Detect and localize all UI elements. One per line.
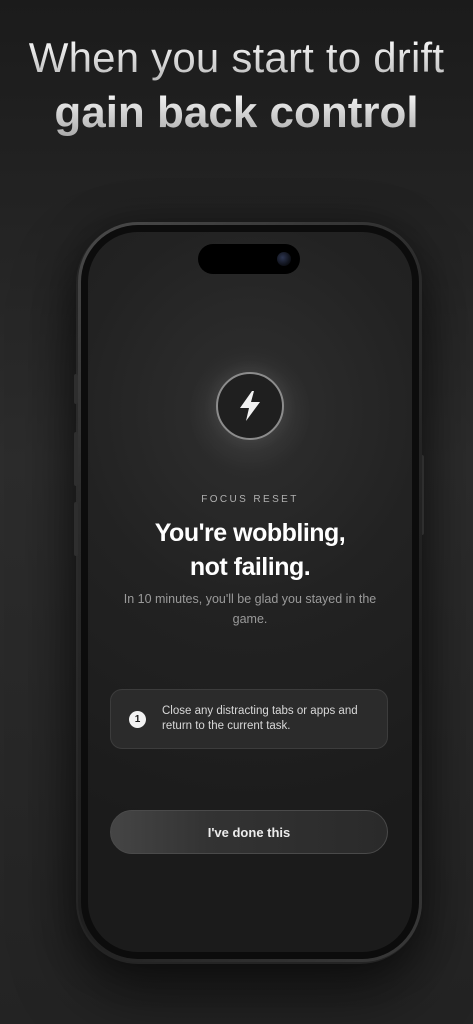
- phone-screen: FOCUS RESET You're wobbling, not failing…: [88, 232, 412, 952]
- lightning-bolt-icon: [216, 372, 284, 440]
- section-eyebrow: FOCUS RESET: [201, 494, 299, 505]
- marketing-headline-line-2: gain back control: [0, 88, 473, 138]
- phone-mockup: FOCUS RESET You're wobbling, not failing…: [78, 222, 422, 962]
- dynamic-island: [198, 244, 300, 274]
- step-text: Close any distracting tabs or apps and r…: [162, 705, 358, 732]
- step-number-badge: 1: [129, 710, 146, 728]
- step-card: 1 Close any distracting tabs or apps and…: [110, 689, 388, 749]
- marketing-headline-line-1: When you start to drift: [0, 34, 473, 82]
- lightning-bolt-glyph: [240, 391, 260, 421]
- screen-subtitle: In 10 minutes, you'll be glad you stayed…: [123, 592, 377, 626]
- done-button[interactable]: I've done this: [110, 810, 388, 854]
- screen-title-line-2: not failing.: [189, 553, 311, 581]
- screen-title: You're wobbling, not failing.: [88, 516, 412, 584]
- front-camera-icon: [277, 252, 291, 266]
- screen-title-line-1: You're wobbling,: [154, 519, 346, 547]
